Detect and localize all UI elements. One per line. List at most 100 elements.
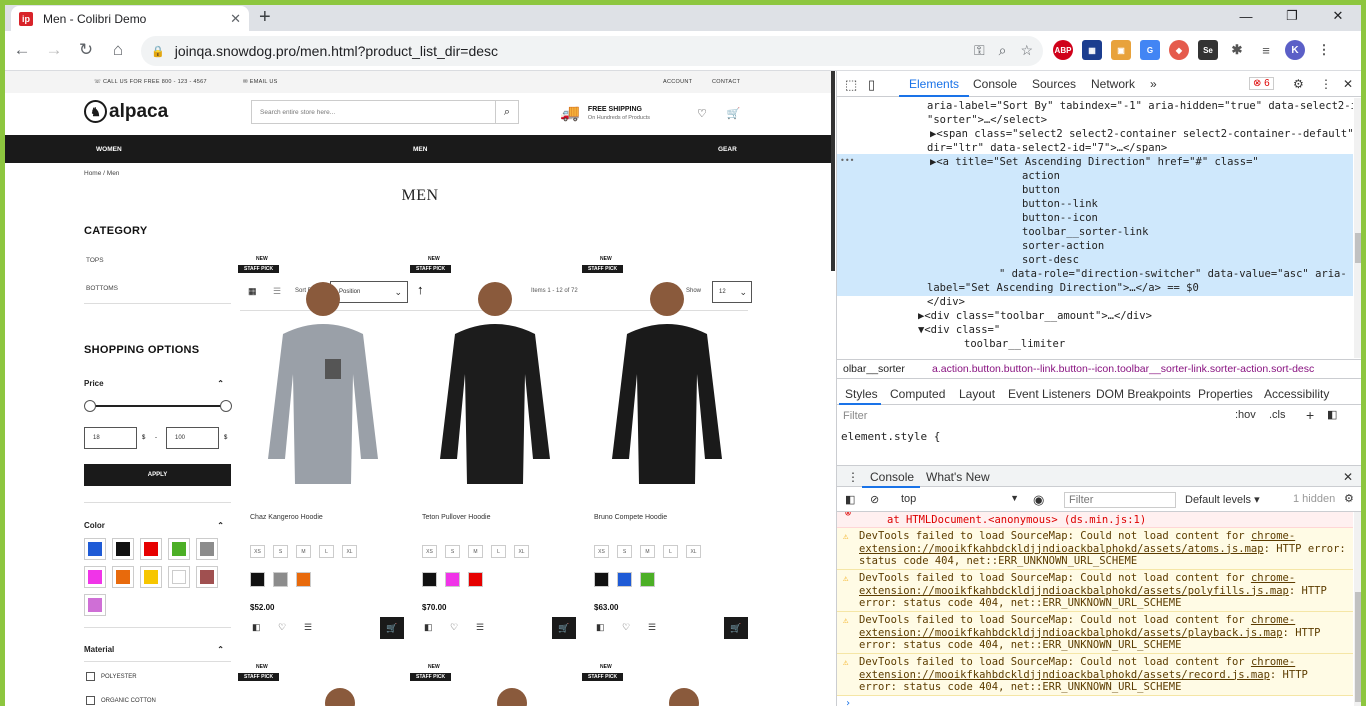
size-option[interactable]: XS — [594, 545, 609, 558]
selenium-icon[interactable]: Se — [1198, 40, 1218, 60]
console-warning[interactable]: ⚠ DevTools failed to load SourceMap: Coul… — [837, 654, 1353, 696]
material-polyester-checkbox[interactable]: POLYESTER — [86, 672, 137, 681]
drawer-menu-icon[interactable]: ⋮ — [847, 470, 859, 484]
size-option[interactable]: S — [445, 545, 460, 558]
color-option[interactable] — [617, 572, 632, 587]
key-icon[interactable]: ⚿ — [974, 42, 985, 59]
wishlist-heart-icon[interactable]: ♡ — [278, 622, 286, 633]
wishlist-heart-icon[interactable]: ♡ — [697, 107, 707, 120]
more-options-icon[interactable]: ⋮ — [1320, 77, 1332, 91]
browser-tab[interactable]: ip Men - Colibri Demo ✕ — [11, 6, 249, 31]
nav-women[interactable]: WOMEN — [96, 146, 122, 153]
add-to-cart-button[interactable]: 🛒 — [380, 617, 404, 639]
product-name[interactable]: Teton Pullover Hoodie — [422, 514, 491, 521]
color-swatch[interactable] — [140, 566, 162, 588]
close-drawer-icon[interactable]: ✕ — [1343, 470, 1353, 484]
site-logo[interactable]: ♞ alpaca — [84, 100, 168, 123]
dom-node-line[interactable]: " data-role="direction-switcher" data-va… — [999, 267, 1353, 281]
settings-gear-icon[interactable]: ⚙ — [1293, 77, 1304, 91]
styles-tab[interactable]: Layout — [959, 387, 995, 401]
dom-node-line[interactable]: label="Set Ascending Direction">…</a> ==… — [927, 281, 1353, 295]
wishlist-heart-icon[interactable]: ♡ — [622, 622, 630, 633]
styles-tab[interactable]: Accessibility — [1264, 387, 1329, 401]
price-slider-min-handle[interactable] — [84, 400, 96, 412]
dom-node-line[interactable]: dir="ltr" data-select2-id="7">…</span> — [927, 141, 1353, 155]
product-card[interactable]: NEW STAFF PICK Chaz Kangeroo Hoodie XS S M… — [238, 256, 404, 666]
more-tabs-icon[interactable]: » — [1150, 77, 1157, 91]
styles-tab[interactable]: Event Listeners — [1008, 387, 1091, 401]
color-option[interactable] — [250, 572, 265, 587]
size-option[interactable]: XS — [250, 545, 265, 558]
dom-node-line[interactable]: aria-label="Sort By" tabindex="-1" aria-… — [927, 99, 1353, 113]
dom-node-line[interactable]: button--icon — [1022, 211, 1353, 225]
price-slider-max-handle[interactable] — [220, 400, 232, 412]
styles-filter-input[interactable]: Filter — [843, 410, 867, 422]
inspect-icon[interactable]: ⬚ — [845, 77, 857, 93]
email-link[interactable]: ✉ EMAIL US — [243, 79, 278, 85]
size-option[interactable]: L — [663, 545, 678, 558]
extension-icon[interactable]: ▣ — [1111, 40, 1131, 60]
dom-node-line[interactable]: toolbar__limiter — [964, 337, 1353, 351]
minimize-icon[interactable]: — — [1223, 5, 1269, 27]
product-name[interactable]: Chaz Kangeroo Hoodie — [250, 514, 323, 521]
breadcrumb-home[interactable]: Home — [84, 170, 101, 177]
bookmark-star-icon[interactable]: ☆ — [1020, 42, 1033, 59]
color-option[interactable] — [296, 572, 311, 587]
dom-node-line[interactable]: button — [1022, 183, 1353, 197]
menu-icon[interactable]: ⋮ — [1314, 40, 1334, 60]
dom-node-line[interactable]: ▶<div class="toolbar__amount">…</div> — [918, 309, 1353, 323]
drawer-tab-console[interactable]: Console — [870, 470, 914, 484]
console-filter-input[interactable]: Filter — [1064, 492, 1176, 508]
styles-tab[interactable]: Styles — [845, 387, 878, 401]
styles-tab[interactable]: Properties — [1198, 387, 1253, 401]
dom-crumb[interactable]: olbar__sorter — [843, 363, 905, 375]
dom-node-line[interactable]: </div> — [927, 295, 1353, 309]
size-option[interactable]: S — [273, 545, 288, 558]
size-option[interactable]: S — [617, 545, 632, 558]
extension-icon[interactable]: ▦ — [1082, 40, 1102, 60]
color-swatch[interactable] — [112, 566, 134, 588]
search-icon[interactable]: ⌕ — [495, 101, 518, 123]
tab-elements[interactable]: Elements — [909, 77, 959, 91]
cart-icon[interactable]: 🛒 — [727, 107, 741, 120]
product-image[interactable] — [597, 274, 737, 484]
nav-gear[interactable]: GEAR — [718, 146, 737, 153]
context-select[interactable]: top ▼ — [897, 491, 1021, 508]
apply-button[interactable]: APPLY — [84, 464, 231, 486]
close-window-icon[interactable]: ✕ — [1315, 5, 1361, 27]
add-rule-icon[interactable]: + — [1306, 407, 1314, 423]
size-option[interactable]: XL — [342, 545, 357, 558]
color-option[interactable] — [640, 572, 655, 587]
add-to-cart-button[interactable]: 🛒 — [552, 617, 576, 639]
tab-sources[interactable]: Sources — [1032, 77, 1076, 91]
color-swatch[interactable] — [84, 594, 106, 616]
profile-avatar[interactable]: K — [1285, 40, 1305, 60]
price-max-input[interactable]: 100 — [166, 427, 219, 449]
product-image[interactable] — [425, 274, 565, 484]
dom-node-line[interactable]: "sorter">…</select> — [927, 113, 1353, 127]
close-devtools-icon[interactable]: ✕ — [1343, 77, 1353, 91]
drawer-tab-whats-new[interactable]: What's New — [926, 470, 990, 484]
cls-toggle[interactable]: .cls — [1269, 409, 1286, 421]
size-option[interactable]: L — [319, 545, 334, 558]
wishlist-heart-icon[interactable]: ♡ — [450, 622, 458, 633]
material-organic-cotton-checkbox[interactable]: ORGANIC COTTON — [86, 696, 156, 705]
styles-tab[interactable]: Computed — [890, 387, 945, 401]
styles-tab[interactable]: DOM Breakpoints — [1096, 387, 1191, 401]
clear-console-icon[interactable]: ⊘ — [870, 493, 879, 506]
product-name[interactable]: Bruno Compete Hoodie — [594, 514, 667, 521]
size-option[interactable]: XL — [686, 545, 701, 558]
sidebar-toggle-icon[interactable]: ◧ — [845, 493, 855, 506]
log-levels-select[interactable]: Default levels ▾ — [1185, 493, 1260, 506]
price-min-input[interactable]: 18 — [84, 427, 137, 449]
size-option[interactable]: XS — [422, 545, 437, 558]
color-swatch[interactable] — [140, 538, 162, 560]
compare-icon[interactable]: ◧ — [252, 622, 261, 633]
dom-node-line[interactable]: ▶<span class="select2 select2-container … — [930, 127, 1353, 141]
size-option[interactable]: XL — [514, 545, 529, 558]
category-bottoms[interactable]: BOTTOMS — [86, 285, 118, 292]
console-warning[interactable]: ⚠ DevTools failed to load SourceMap: Coul… — [837, 612, 1353, 654]
product-image[interactable] — [667, 686, 701, 706]
page-scrollbar[interactable] — [831, 71, 835, 271]
media-icon[interactable]: ≡ — [1256, 40, 1276, 60]
